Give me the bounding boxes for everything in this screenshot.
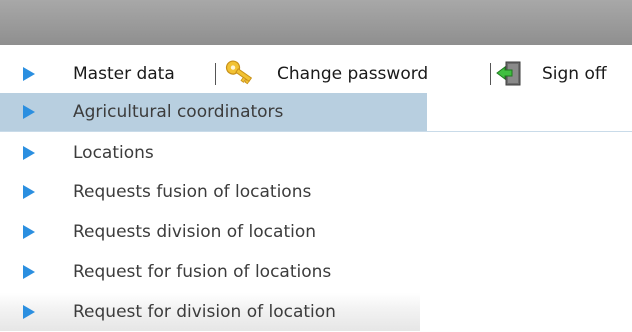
item-arrow-icon: [23, 185, 35, 199]
main-menu: Master data Change password Sign off: [0, 55, 632, 93]
menu-sign-off[interactable]: Sign off: [542, 64, 607, 84]
submenu-item-requests-fusion[interactable]: Requests fusion of locations: [0, 173, 632, 211]
submenu-item-label: Requests division of location: [73, 222, 317, 242]
header-bar: [0, 0, 632, 45]
menu-change-password[interactable]: Change password: [277, 64, 428, 84]
menu-separator: [215, 63, 216, 85]
submenu-item-request-for-division[interactable]: Request for division of location: [0, 293, 420, 331]
submenu-item-label: Request for fusion of locations: [73, 262, 332, 282]
submenu-item-label: Request for division of location: [73, 302, 336, 322]
submenu-item-label: Locations: [73, 143, 154, 163]
menu-separator: [490, 63, 491, 85]
exit-door-icon[interactable]: [496, 60, 522, 92]
submenu-item-request-for-fusion[interactable]: Request for fusion of locations: [0, 253, 632, 291]
item-arrow-icon: [23, 146, 35, 160]
menu-master-data[interactable]: Master data: [73, 64, 175, 84]
submenu: Agricultural coordinators Locations Requ…: [0, 93, 632, 332]
submenu-item-locations[interactable]: Locations: [0, 134, 632, 172]
menu-arrow-icon: [23, 67, 35, 81]
item-arrow-icon: [23, 265, 35, 279]
submenu-item-agricultural-coordinators[interactable]: Agricultural coordinators: [0, 93, 427, 131]
submenu-item-label: Agricultural coordinators: [73, 102, 284, 122]
submenu-item-label: Requests fusion of locations: [73, 182, 312, 202]
item-arrow-icon: [23, 105, 35, 119]
item-arrow-icon: [23, 305, 35, 319]
item-arrow-icon: [23, 225, 35, 239]
submenu-item-requests-division[interactable]: Requests division of location: [0, 213, 632, 251]
submenu-divider: [0, 131, 632, 132]
key-icon[interactable]: [222, 59, 256, 91]
